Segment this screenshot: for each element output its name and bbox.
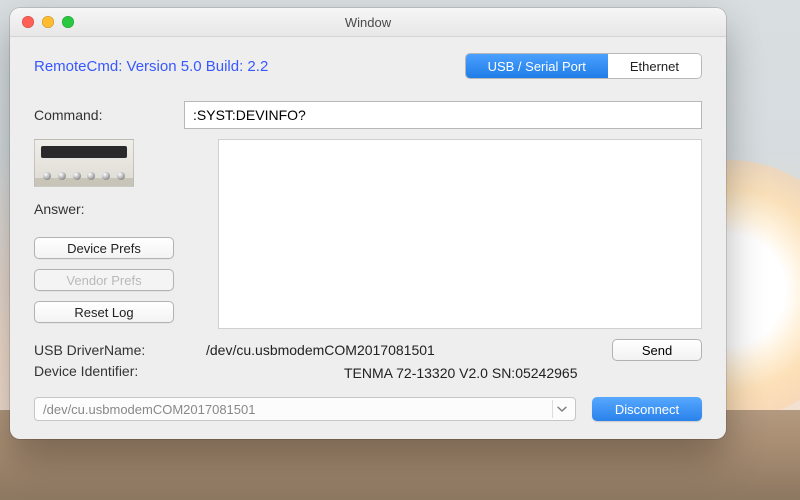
port-select-value: /dev/cu.usbmodemCOM2017081501 bbox=[43, 402, 255, 417]
tab-ethernet[interactable]: Ethernet bbox=[608, 54, 701, 78]
window-title: Window bbox=[10, 15, 726, 30]
device-thumbnail bbox=[34, 139, 134, 187]
app-window: Window RemoteCmd: Version 5.0 Build: 2.2… bbox=[10, 8, 726, 439]
chevron-down-icon bbox=[552, 400, 571, 418]
send-button[interactable]: Send bbox=[612, 339, 702, 361]
disconnect-button[interactable]: Disconnect bbox=[592, 397, 702, 421]
port-select[interactable]: /dev/cu.usbmodemCOM2017081501 bbox=[34, 397, 576, 421]
reset-log-button[interactable]: Reset Log bbox=[34, 301, 174, 323]
answer-label: Answer: bbox=[34, 201, 214, 217]
vendor-prefs-button: Vendor Prefs bbox=[34, 269, 174, 291]
answer-log[interactable] bbox=[218, 139, 702, 329]
command-label: Command: bbox=[34, 107, 184, 123]
connection-tabs: USB / Serial Port Ethernet bbox=[465, 53, 702, 79]
desktop-background: Window RemoteCmd: Version 5.0 Build: 2.2… bbox=[0, 0, 800, 500]
command-input[interactable] bbox=[184, 101, 702, 129]
title-bar[interactable]: Window bbox=[10, 8, 726, 37]
driver-name-value: /dev/cu.usbmodemCOM2017081501 bbox=[206, 342, 435, 358]
tab-usb-serial[interactable]: USB / Serial Port bbox=[466, 54, 608, 78]
driver-name-label: USB DriverName: bbox=[34, 342, 206, 358]
device-prefs-button[interactable]: Device Prefs bbox=[34, 237, 174, 259]
version-label: RemoteCmd: Version 5.0 Build: 2.2 bbox=[34, 58, 268, 75]
